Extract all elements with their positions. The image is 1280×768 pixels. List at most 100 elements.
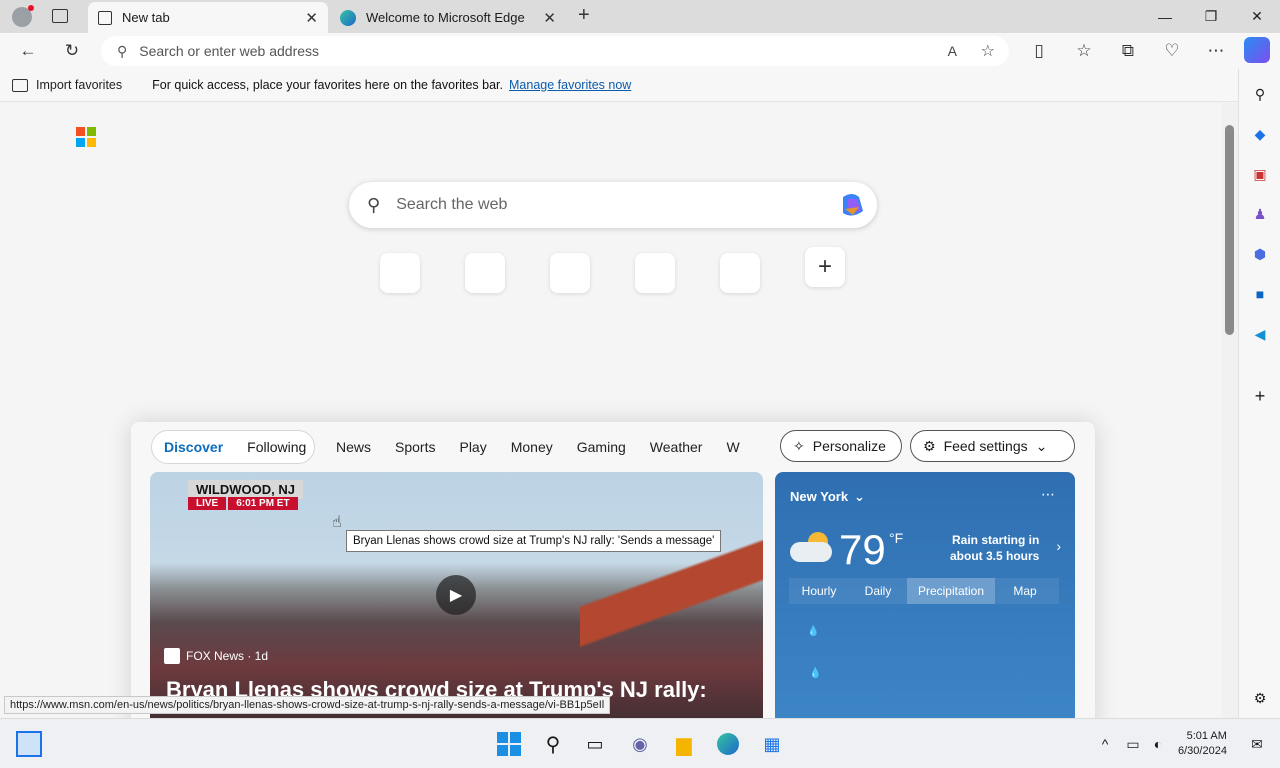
navigation-bar: ← ↻ ⚲ Search or enter web address A ☆ ▯ …	[0, 33, 1280, 69]
title-bar: New tab ✕ Welcome to Microsoft Edge ✕ + …	[0, 0, 1280, 33]
category-truncated[interactable]: W	[726, 439, 739, 455]
web-search-box[interactable]: ⚲ Search the web	[349, 182, 877, 228]
games-icon[interactable]: ♟	[1249, 203, 1271, 225]
search-icon: ⚲	[367, 194, 381, 215]
personalize-button[interactable]: ✧ Personalize	[780, 430, 902, 462]
manage-favorites-link[interactable]: Manage favorites now	[509, 78, 631, 92]
search-icon[interactable]: ⚲	[540, 731, 566, 757]
widgets-icon[interactable]	[16, 731, 42, 757]
restore-button[interactable]: ❐	[1188, 0, 1234, 33]
feed-settings-button[interactable]: ⚙ Feed settings ⌄	[910, 430, 1075, 462]
tab-new-tab[interactable]: New tab ✕	[88, 2, 328, 33]
tools-icon[interactable]: ▣	[1249, 163, 1271, 185]
new-tab-button[interactable]: +	[578, 4, 590, 27]
microsoft-store-icon[interactable]: ▦	[759, 731, 785, 757]
chevron-down-icon: ⌄	[1035, 437, 1048, 454]
copilot-search-icon[interactable]	[837, 191, 867, 219]
teams-chat-icon[interactable]: ◉	[627, 731, 653, 757]
category-sports[interactable]: Sports	[395, 439, 435, 455]
quick-link-tile[interactable]	[550, 253, 590, 293]
address-bar[interactable]: ⚲ Search or enter web address A ☆	[101, 36, 1009, 66]
weather-card[interactable]: New York ⌄ ⋯ 79 °F Rain starting in abou…	[775, 472, 1075, 718]
start-button[interactable]	[496, 731, 522, 757]
microsoft-logo-icon	[76, 127, 96, 147]
category-weather[interactable]: Weather	[650, 439, 703, 455]
shopping-tag-icon[interactable]: ◆	[1249, 123, 1271, 145]
network-icon[interactable]: ▭	[1120, 731, 1146, 757]
read-aloud-icon[interactable]: A	[948, 43, 957, 59]
status-url: https://www.msn.com/en-us/news/politics/…	[4, 696, 611, 714]
favorite-star-icon[interactable]: ☆	[981, 41, 995, 61]
tab-actions-icon[interactable]	[52, 9, 68, 23]
tab-welcome-edge[interactable]: Welcome to Microsoft Edge ✕	[330, 2, 566, 33]
weather-city[interactable]: New York	[790, 489, 848, 505]
close-window-button[interactable]: ✕	[1234, 0, 1280, 33]
microsoft-365-icon[interactable]: ⬢	[1249, 243, 1271, 265]
refresh-button[interactable]: ↻	[58, 37, 86, 65]
show-hidden-icons-button[interactable]: ^	[1092, 731, 1118, 757]
tab-title: New tab	[122, 10, 170, 25]
import-icon	[12, 78, 28, 92]
quick-link-tile[interactable]	[635, 253, 675, 293]
import-favorites-label: Import favorites	[36, 78, 123, 92]
quick-link-tile[interactable]	[465, 253, 505, 293]
personalize-label: Personalize	[812, 438, 886, 454]
favorites-message: For quick access, place your favorites h…	[152, 78, 504, 92]
volume-icon[interactable]: ◐	[1145, 731, 1171, 757]
drop-icon[interactable]: ◀	[1249, 323, 1271, 345]
chevron-right-icon[interactable]: ›	[1056, 538, 1061, 554]
chevron-down-icon[interactable]: ⌄	[854, 489, 865, 505]
edge-logo-icon	[340, 9, 356, 26]
feed-mode-toggle: Discover Following	[151, 430, 315, 464]
weather-tab-hourly[interactable]: Hourly	[789, 584, 849, 598]
new-tab-page-icon	[98, 10, 112, 25]
category-money[interactable]: Money	[511, 439, 553, 455]
minimize-button[interactable]: —	[1142, 0, 1188, 33]
quick-link-tile[interactable]	[720, 253, 760, 293]
close-tab-icon[interactable]: ✕	[543, 9, 556, 27]
system-clock[interactable]: 5:01 AM 6/30/2024	[1178, 729, 1227, 759]
play-video-button[interactable]: ▶	[436, 575, 476, 615]
category-gaming[interactable]: Gaming	[577, 439, 626, 455]
banner-time: 6:01 PM ET	[228, 497, 298, 510]
more-options-icon[interactable]: ⋯	[1041, 486, 1055, 503]
scrollbar-thumb[interactable]	[1225, 125, 1234, 335]
task-view-icon[interactable]: ▭	[582, 731, 608, 757]
import-favorites-button[interactable]: Import favorites	[12, 78, 122, 92]
outlook-icon[interactable]: ■	[1249, 283, 1271, 305]
rain-drops-icon: 💧	[809, 668, 822, 679]
category-news[interactable]: News	[336, 439, 371, 455]
weather-tab-daily[interactable]: Daily	[849, 584, 907, 598]
hero-news-card[interactable]: WILDWOOD, NJ LIVE 6:01 PM ET ▶ FOX News …	[150, 472, 763, 718]
category-play[interactable]: Play	[459, 439, 486, 455]
weather-tab-map[interactable]: Map	[995, 584, 1055, 598]
tab-discover[interactable]: Discover	[164, 439, 223, 455]
weather-tab-precipitation[interactable]: Precipitation	[907, 578, 995, 604]
quick-link-tile[interactable]	[380, 253, 420, 293]
clock-time: 5:01 AM	[1186, 730, 1227, 742]
add-quick-link-button[interactable]: +	[805, 247, 845, 287]
tab-following[interactable]: Following	[247, 439, 306, 455]
add-sidebar-app-icon[interactable]: +	[1249, 385, 1271, 407]
collections-icon[interactable]: ⧉	[1114, 37, 1142, 65]
page-scrollbar[interactable]	[1222, 103, 1238, 718]
edge-sidebar: ⚲ ◆ ▣ ♟ ⬢ ■ ◀ + ⚙	[1238, 69, 1280, 718]
settings-sliders-icon: ⚙	[923, 437, 936, 454]
file-explorer-icon[interactable]: ▆	[671, 731, 697, 757]
settings-gear-icon[interactable]: ⚙	[1249, 687, 1271, 709]
feed-settings-label: Feed settings	[943, 438, 1028, 454]
back-button[interactable]: ←	[14, 37, 42, 65]
close-tab-icon[interactable]: ✕	[305, 9, 318, 27]
edge-taskbar-icon[interactable]	[715, 731, 741, 757]
search-icon[interactable]: ⚲	[1249, 83, 1271, 105]
more-options-icon[interactable]: ⋯	[1202, 37, 1230, 65]
clock-date: 6/30/2024	[1178, 745, 1227, 757]
favorites-icon[interactable]: ☆	[1070, 37, 1098, 65]
copilot-icon[interactable]	[1244, 37, 1270, 63]
split-screen-icon[interactable]: ▯	[1025, 37, 1053, 65]
notifications-icon[interactable]: ✉	[1244, 731, 1270, 757]
favorites-bar: Import favorites For quick access, place…	[0, 69, 1280, 102]
rain-drops-icon: 💧	[807, 626, 820, 637]
rain-forecast-line2: about 3.5 hours	[950, 549, 1040, 563]
browser-essentials-icon[interactable]: ♡	[1158, 37, 1186, 65]
